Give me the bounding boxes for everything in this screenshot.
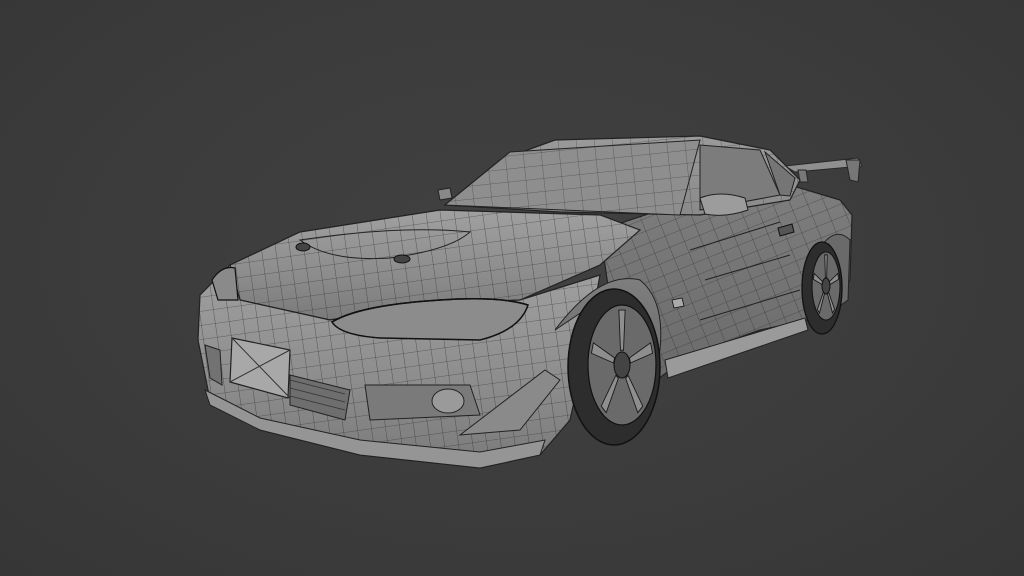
hood-pin-left (295, 242, 311, 252)
car-cabin (437, 135, 801, 216)
side-marker (671, 297, 685, 309)
rear-hub (821, 277, 831, 295)
wheel-spoke (618, 309, 626, 351)
side-mirror (699, 193, 749, 216)
hood-pin-right (393, 254, 411, 264)
fog-light (431, 388, 465, 414)
wheel-spoke (824, 254, 828, 279)
car-wireframe-model[interactable] (0, 0, 1024, 576)
viewport-3d[interactable] (0, 0, 1024, 576)
front-hub (613, 351, 631, 379)
front-wheel (567, 288, 661, 446)
